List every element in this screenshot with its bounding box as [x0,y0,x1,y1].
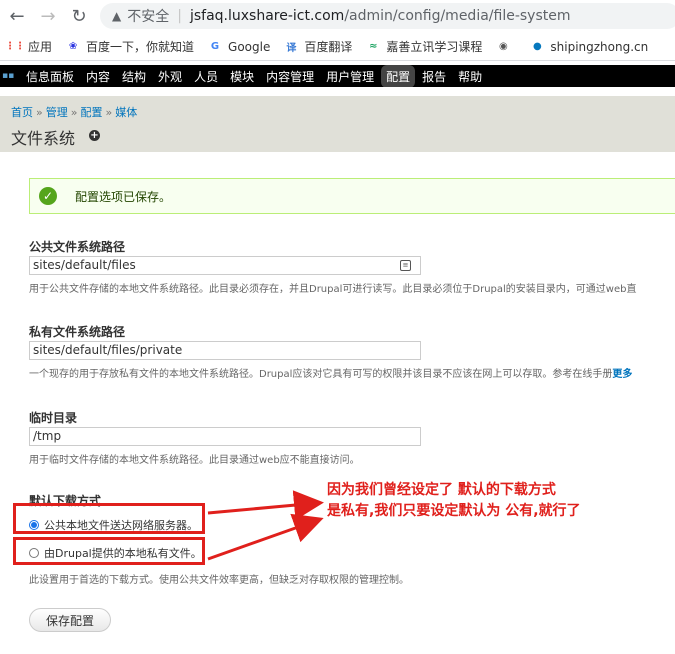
annotation-arrows [207,490,324,561]
arrow-to-private [207,513,324,561]
annotation-line-1: 因为我们曾经设定了 默认的下载方式 [327,482,556,498]
annotation-text: 因为我们曾经设定了 默认的下载方式 是私有,我们只要设定默认为 公有,就行了 [327,480,581,522]
annotation-line-2: 是私有,我们只要设定默认为 公有,就行了 [327,503,581,519]
arrow-to-public [207,490,324,521]
